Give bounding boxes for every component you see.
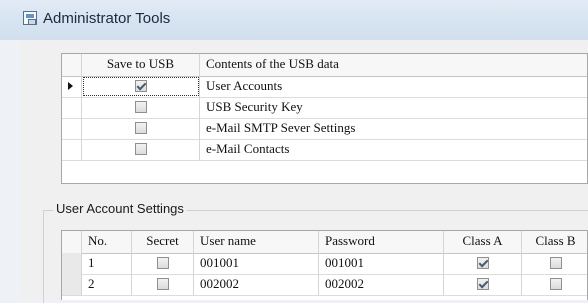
class-a-checkbox[interactable] [476, 257, 489, 269]
column-header-user-name[interactable]: User name [194, 231, 319, 253]
row-header[interactable] [62, 253, 82, 274]
save-usb-security-key-checkbox[interactable] [134, 101, 147, 113]
column-header-contents[interactable]: Contents of the USB data [200, 54, 588, 76]
column-header-class-b[interactable]: Class B [522, 231, 588, 253]
app-window-icon [23, 11, 37, 25]
class-a-cell[interactable] [444, 274, 522, 295]
usb-row[interactable]: USB Security Key [62, 97, 587, 119]
window-title: Administrator Tools [43, 10, 171, 27]
class-a-cell[interactable] [444, 253, 522, 274]
row-header[interactable] [62, 97, 82, 118]
save-smtp-settings-checkbox[interactable] [134, 122, 147, 134]
user-name-cell[interactable]: 002002 [194, 274, 319, 295]
column-header-password[interactable]: Password [319, 231, 444, 253]
save-user-accounts-checkbox[interactable] [134, 80, 147, 92]
usb-row[interactable]: e-Mail Contacts [62, 139, 587, 161]
user-name-cell[interactable]: 001001 [194, 253, 319, 274]
user-row[interactable]: 2 002002 002002 [62, 274, 587, 296]
column-header-class-a[interactable]: Class A [444, 231, 522, 253]
save-to-usb-cell[interactable] [82, 97, 200, 118]
row-header-corner [62, 231, 82, 253]
current-row-arrow-icon [68, 82, 73, 90]
row-header-corner [62, 54, 82, 76]
no-cell: 2 [82, 274, 132, 295]
save-email-contacts-checkbox[interactable] [134, 143, 147, 155]
contents-cell: USB Security Key [206, 99, 303, 114]
user-row[interactable]: 1 001001 001001 [62, 253, 587, 275]
client-area: Save to USB Contents of the USB data Use… [20, 40, 588, 303]
user-grid-header: No. Secret User name Password Class A Cl… [62, 231, 587, 254]
save-to-usb-cell[interactable] [82, 139, 200, 160]
row-header[interactable] [62, 118, 82, 139]
contents-cell: e-Mail Contacts [206, 141, 290, 156]
contents-cell: e-Mail SMTP Sever Settings [206, 120, 356, 135]
column-header-no[interactable]: No. [82, 231, 132, 253]
usb-data-grid[interactable]: Save to USB Contents of the USB data Use… [61, 53, 588, 184]
row-header[interactable] [62, 274, 82, 295]
class-a-checkbox[interactable] [476, 278, 489, 290]
class-b-checkbox[interactable] [549, 278, 562, 290]
class-b-checkbox[interactable] [549, 257, 562, 269]
password-cell[interactable]: 001001 [319, 253, 444, 274]
save-to-usb-cell[interactable] [82, 118, 200, 139]
usb-row[interactable]: User Accounts [62, 76, 587, 98]
title-bar[interactable]: Administrator Tools [0, 0, 588, 40]
column-header-save-to-usb[interactable]: Save to USB [82, 54, 200, 76]
secret-checkbox[interactable] [156, 257, 169, 269]
secret-cell[interactable] [132, 274, 194, 295]
usb-grid-header: Save to USB Contents of the USB data [62, 54, 587, 77]
no-cell: 1 [82, 253, 132, 274]
secret-checkbox[interactable] [156, 278, 169, 290]
secret-cell[interactable] [132, 253, 194, 274]
user-account-settings-label: User Account Settings [53, 201, 187, 216]
usb-row[interactable]: e-Mail SMTP Sever Settings [62, 118, 587, 140]
contents-cell: User Accounts [206, 78, 283, 93]
row-header[interactable] [62, 139, 82, 160]
row-header[interactable] [62, 76, 82, 97]
password-cell[interactable]: 002002 [319, 274, 444, 295]
column-header-secret[interactable]: Secret [132, 231, 194, 253]
user-account-grid[interactable]: No. Secret User name Password Class A Cl… [61, 230, 588, 300]
class-b-cell[interactable] [522, 253, 588, 274]
save-to-usb-cell[interactable] [82, 76, 200, 97]
class-b-cell[interactable] [522, 274, 588, 295]
